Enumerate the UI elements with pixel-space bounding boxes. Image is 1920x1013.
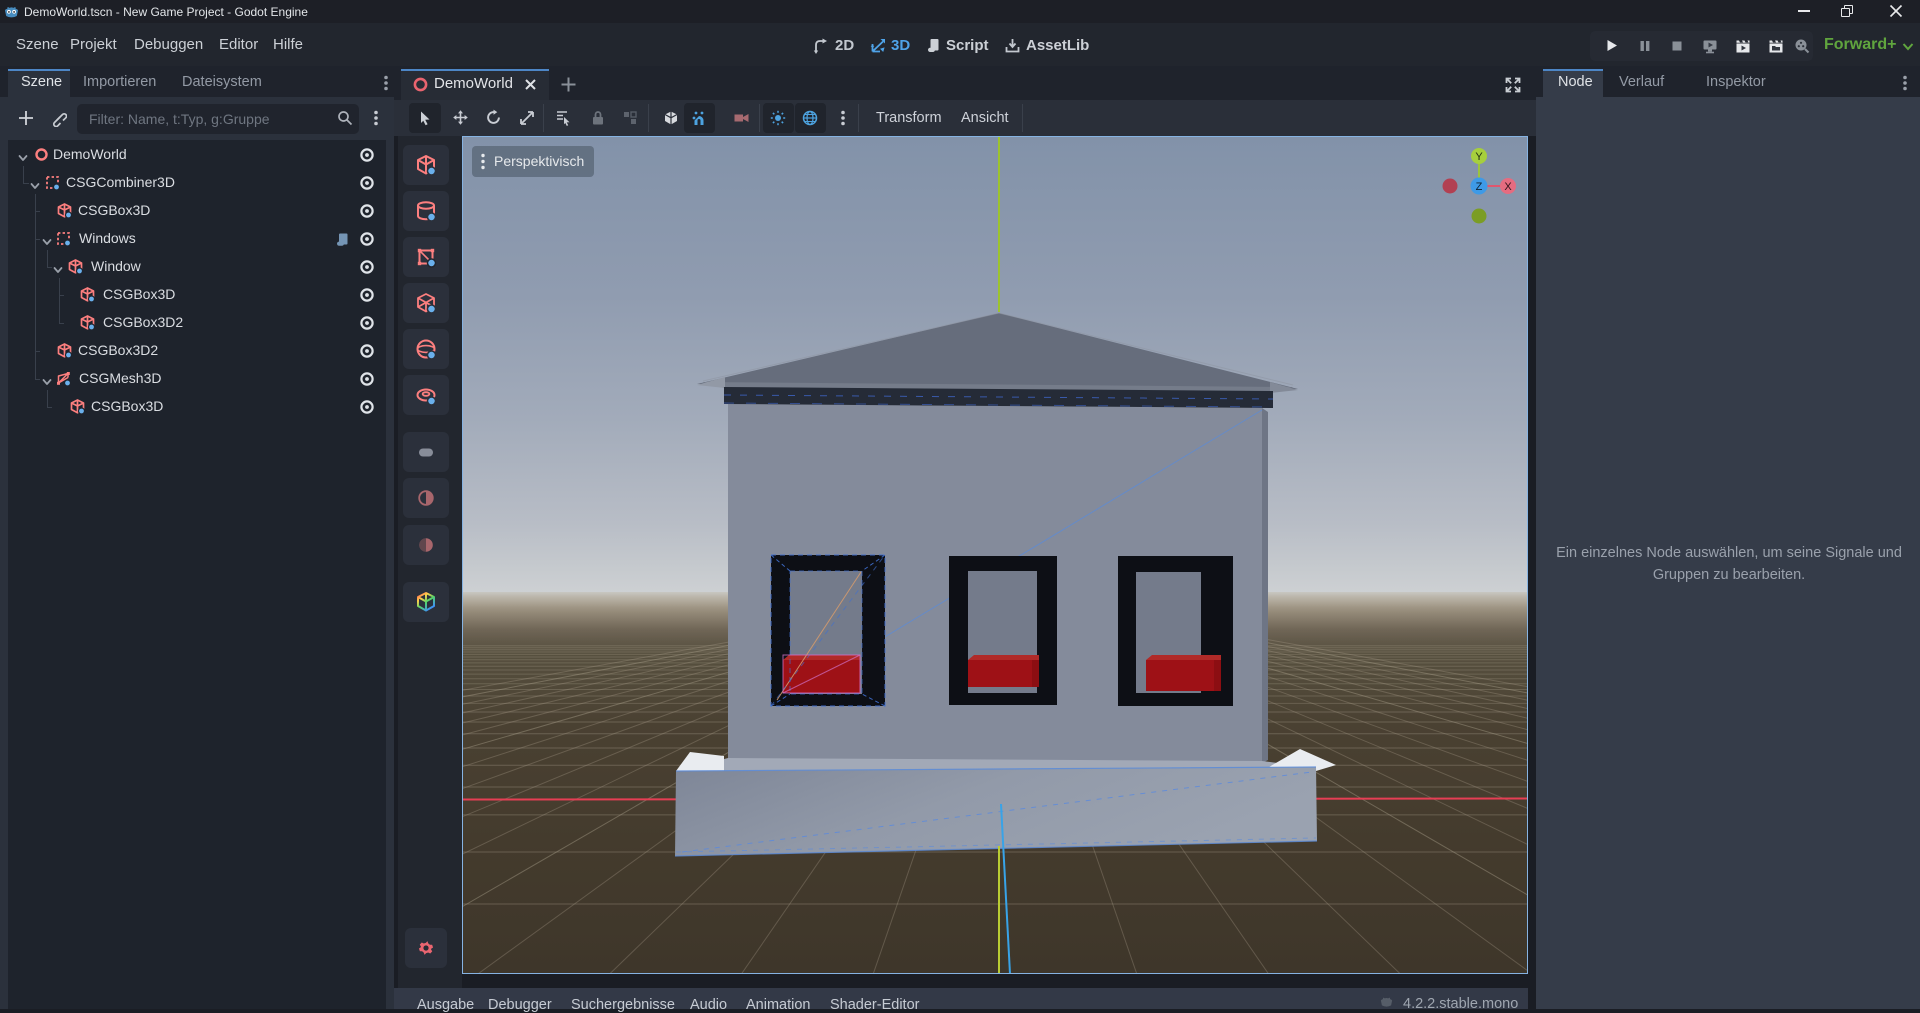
svg-text:Y: Y	[1475, 151, 1483, 163]
svg-text:Z: Z	[1476, 181, 1483, 193]
svg-text:X: X	[1504, 181, 1512, 193]
